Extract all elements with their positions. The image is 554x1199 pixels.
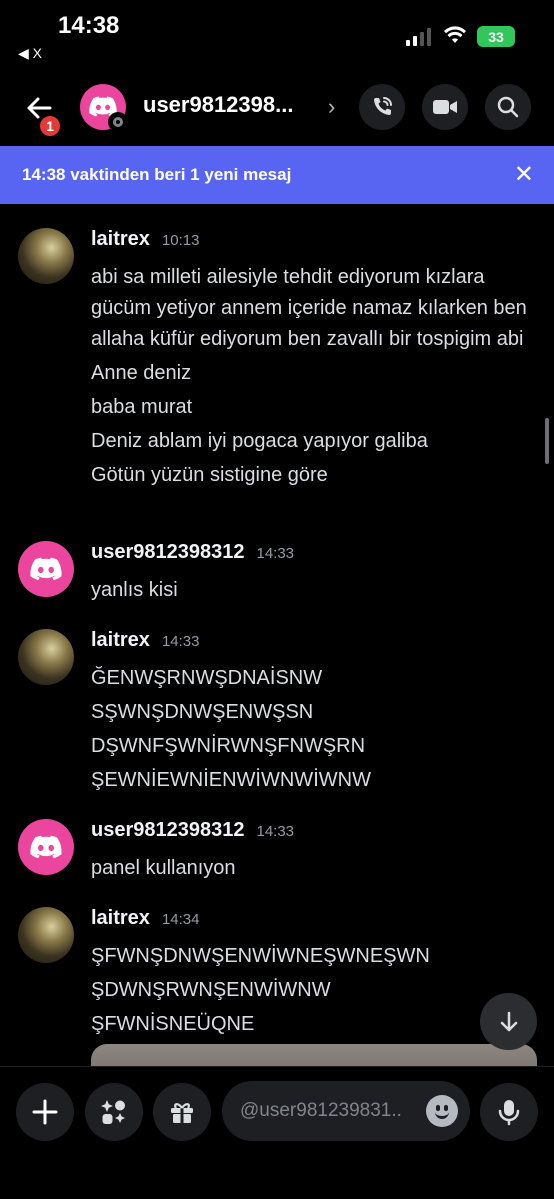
message-body: abi sa milleti ailesiyle tehdit ediyorum… bbox=[91, 262, 531, 494]
unread-badge: 1 bbox=[38, 114, 62, 138]
voice-message-button[interactable] bbox=[480, 1083, 538, 1141]
discord-logo-icon bbox=[30, 557, 62, 580]
message-text: panel kullanıyon bbox=[91, 857, 236, 879]
close-icon[interactable]: ✕ bbox=[514, 163, 534, 187]
chevron-right-icon[interactable]: › bbox=[328, 94, 335, 120]
jump-to-bottom-button[interactable] bbox=[480, 993, 537, 1050]
back-to-app-link[interactable]: ◀ X bbox=[18, 45, 42, 62]
message-body: ŞFWNŞDNWŞENWİWNEŞWNEŞWN ŞDWNŞRWNŞENWİWNW… bbox=[91, 941, 531, 1043]
status-offline-dot bbox=[108, 112, 128, 132]
new-messages-text: 14:38 vaktinden beri 1 yeni mesaj bbox=[22, 165, 292, 184]
chat-header: 1 user9812398... › bbox=[0, 78, 554, 138]
message-timestamp: 10:13 bbox=[161, 232, 200, 249]
phone-call-icon bbox=[374, 97, 392, 115]
message-author[interactable]: user9812398312 bbox=[91, 541, 244, 564]
message-text: SŞWNŞDNWŞENWŞSN bbox=[91, 701, 314, 723]
apps-icon bbox=[101, 1100, 125, 1124]
gift-icon bbox=[171, 1103, 193, 1123]
message-text: baba murat bbox=[91, 396, 193, 418]
message-text: yanlıs kisi bbox=[91, 579, 178, 601]
cellular-signal-icon bbox=[406, 28, 431, 46]
video-call-button[interactable] bbox=[422, 84, 468, 130]
message-input[interactable]: @user981239831.. bbox=[222, 1081, 470, 1141]
emoji-icon[interactable] bbox=[426, 1095, 458, 1127]
message-timestamp: 14:34 bbox=[161, 911, 200, 928]
message-author[interactable]: laitrex bbox=[91, 907, 150, 930]
message-text: ŞEWNİEWNİENWİWNWİWNW bbox=[91, 769, 371, 791]
new-messages-banner[interactable]: 14:38 vaktinden beri 1 yeni mesaj ✕ bbox=[0, 146, 554, 204]
video-camera-icon bbox=[433, 100, 457, 114]
avatar[interactable] bbox=[18, 819, 74, 875]
scrollbar[interactable] bbox=[545, 418, 549, 464]
message-author[interactable]: user9812398312 bbox=[91, 819, 244, 842]
add-attachment-button[interactable] bbox=[16, 1083, 74, 1141]
search-icon bbox=[497, 96, 519, 118]
avatar[interactable] bbox=[18, 907, 74, 963]
message-text: ŞFWNŞDNWŞENWİWNEŞWNEŞWN bbox=[91, 945, 430, 967]
message-author[interactable]: laitrex bbox=[91, 228, 150, 251]
message-timestamp: 14:33 bbox=[161, 633, 200, 650]
image-attachment[interactable] bbox=[91, 1044, 537, 1066]
gift-button[interactable] bbox=[153, 1083, 211, 1141]
message-text: DŞWNFŞWNİRWNŞFNWŞRN bbox=[91, 735, 366, 757]
message-timestamp: 14:33 bbox=[256, 823, 295, 840]
microphone-icon bbox=[498, 1100, 520, 1126]
avatar[interactable] bbox=[18, 541, 74, 597]
message-text: abi sa milleti ailesiyle tehdit ediyorum… bbox=[91, 266, 527, 350]
message-list[interactable]: laitrex 10:13 abi sa milleti ailesiyle t… bbox=[0, 204, 554, 1066]
message-input-placeholder: @user981239831.. bbox=[240, 1100, 402, 1121]
message-text: ŞFWNİSNEÜQNE bbox=[91, 1013, 255, 1035]
message-text: ĞENWŞRNWŞDNAİSNW bbox=[91, 667, 323, 689]
battery-level: 33 bbox=[488, 28, 504, 45]
discord-logo-icon bbox=[30, 835, 62, 858]
plus-icon bbox=[32, 1099, 58, 1125]
message-text: Deniz ablam iyi pogaca yapıyor galiba bbox=[91, 430, 428, 452]
message-body: yanlıs kisi bbox=[91, 575, 531, 609]
apps-button[interactable] bbox=[85, 1083, 143, 1141]
message-text: Anne deniz bbox=[91, 362, 192, 384]
status-time: 14:38 bbox=[58, 12, 120, 39]
message-timestamp: 14:33 bbox=[256, 545, 295, 562]
message-text: ŞDWNŞRWNŞENWİWNW bbox=[91, 979, 331, 1001]
status-bar: 14:38 ◀ X 33 bbox=[0, 0, 554, 70]
message-composer: @user981239831.. bbox=[0, 1066, 554, 1199]
message-body: ĞENWŞRNWŞDNAİSNW SŞWNŞDNWŞENWŞSN DŞWNFŞW… bbox=[91, 663, 531, 799]
avatar[interactable] bbox=[18, 629, 74, 685]
call-button[interactable] bbox=[359, 84, 405, 130]
channel-name[interactable]: user9812398... bbox=[143, 92, 293, 118]
search-button[interactable] bbox=[485, 84, 531, 130]
arrow-down-icon bbox=[500, 1011, 517, 1031]
wifi-icon bbox=[444, 26, 466, 43]
message-text: Götün yüzün sistigine göre bbox=[91, 464, 328, 486]
message-author[interactable]: laitrex bbox=[91, 629, 150, 652]
battery-indicator: 33 bbox=[477, 26, 515, 47]
message-body: panel kullanıyon bbox=[91, 853, 531, 887]
avatar[interactable] bbox=[18, 228, 74, 284]
